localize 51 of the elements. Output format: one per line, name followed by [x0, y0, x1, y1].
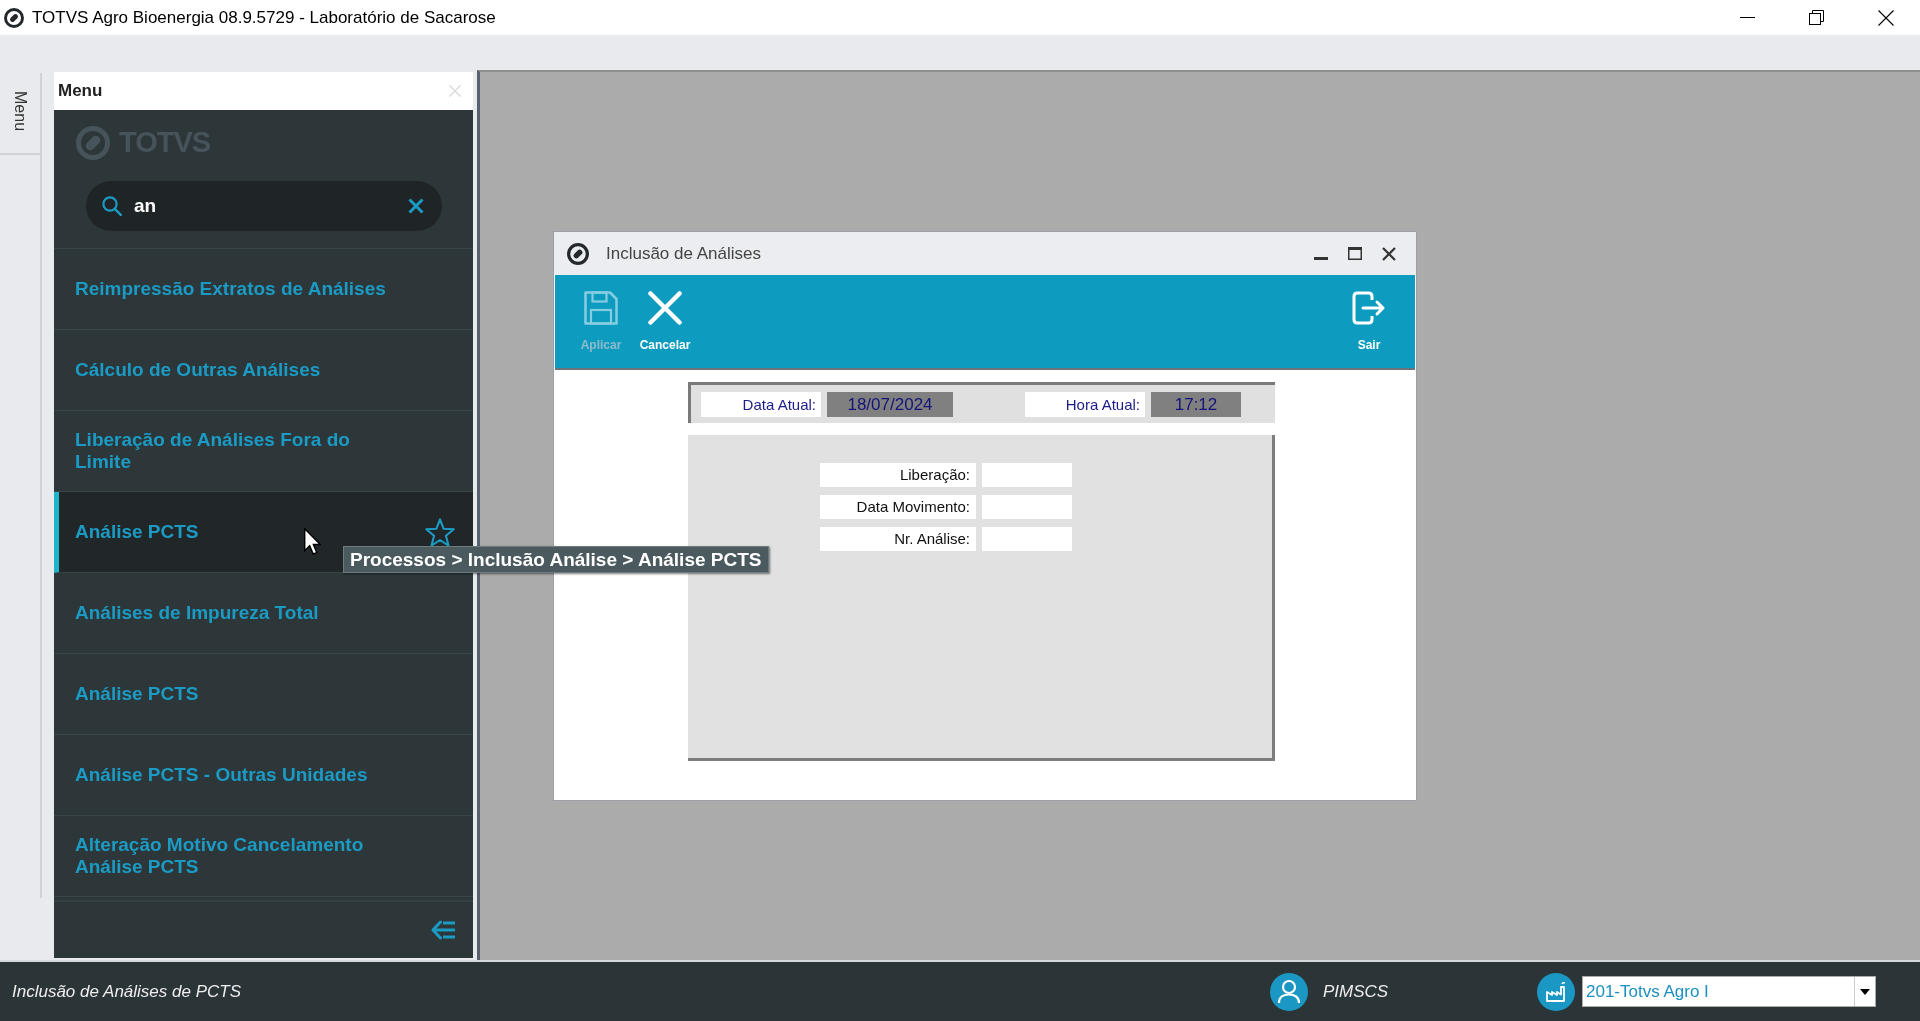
factory-icon[interactable]: [1537, 972, 1575, 1011]
field-label: Liberação:: [820, 463, 976, 487]
field-label: Data Movimento:: [820, 495, 976, 519]
tooltip: Processos > Inclusão Análise > Análise PCTS: [343, 546, 769, 573]
field-label: Data Atual:: [701, 391, 821, 417]
menu-link[interactable]: Liberação de Análises Fora do Limite: [75, 429, 395, 473]
menu-link[interactable]: Análise PCTS: [75, 683, 199, 705]
input-field[interactable]: [982, 463, 1072, 487]
logo-icon: [76, 125, 110, 160]
cancel-button[interactable]: Cancelar: [635, 291, 695, 355]
mouse-pointer-icon: [304, 528, 321, 555]
star-icon[interactable]: [425, 517, 455, 547]
side-menu-tab[interactable]: Menu: [0, 73, 40, 155]
clear-button[interactable]: [408, 198, 424, 214]
close-icon: [1382, 246, 1396, 261]
x-icon: [648, 291, 682, 325]
minimize-icon: [1314, 257, 1328, 260]
menu-link[interactable]: Reimpressão Extratos de Análises: [75, 278, 386, 300]
user-icon[interactable]: [1270, 972, 1308, 1011]
window-title: TOTVS Agro Bioenergia 08.9.5729 - Laboratório de Sacarose: [32, 7, 496, 28]
field-label: Nr. Análise:: [820, 527, 976, 551]
close-icon: [449, 85, 461, 97]
search-icon: [102, 196, 122, 216]
search-field[interactable]: an: [86, 181, 442, 231]
input-field[interactable]: [982, 495, 1072, 519]
collapse-menu-button[interactable]: [431, 920, 456, 940]
company-select[interactable]: 201-Totvs Agro I: [1582, 976, 1876, 1007]
menu-title: Menu: [58, 81, 103, 101]
close-icon: [408, 198, 424, 214]
caret-icon: [1860, 988, 1870, 995]
app-logo-icon: [567, 242, 589, 265]
exit-icon: [1352, 291, 1386, 325]
minimize-icon: [1740, 17, 1755, 18]
readonly-field: 18/07/2024: [827, 391, 953, 417]
close-icon: [1877, 9, 1894, 26]
menu-link[interactable]: Alteração Motivo Cancelamento Análise PCTS: [75, 834, 395, 878]
input-field[interactable]: [982, 527, 1072, 551]
status-message: Inclusão de Análises de PCTS: [12, 981, 241, 1002]
dialog-title: Inclusão de Análises: [606, 243, 761, 264]
arrow-left-icon: [431, 920, 456, 940]
exit-button[interactable]: Sair: [1339, 291, 1399, 355]
readonly-field: 17:12: [1151, 391, 1241, 417]
menu-link[interactable]: Análise PCTS: [75, 521, 199, 543]
menu-link[interactable]: Análise PCTS - Outras Unidades: [75, 764, 368, 786]
field-label: Hora Atual:: [1025, 391, 1145, 417]
menu-link[interactable]: Cálculo de Outras Análises: [75, 359, 321, 381]
menu-link[interactable]: Análises de Impureza Total: [75, 602, 319, 624]
restore-icon: [1809, 10, 1824, 25]
app-logo-icon: [4, 7, 24, 28]
maximize-icon: [1348, 247, 1362, 260]
user-name: PIMSCS: [1323, 981, 1390, 1002]
